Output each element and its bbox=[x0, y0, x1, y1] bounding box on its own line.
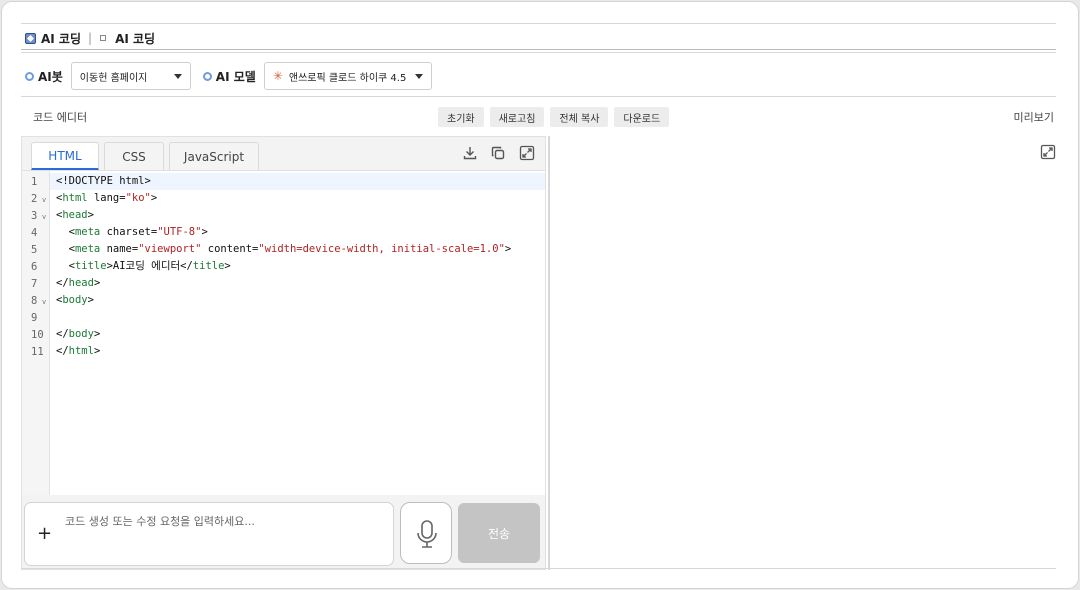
code-line: </head> bbox=[56, 277, 101, 289]
download-button[interactable]: 다운로드 bbox=[614, 107, 670, 127]
page-icon bbox=[100, 35, 107, 41]
code-line: <meta charset="UTF-8"> bbox=[56, 226, 208, 238]
line-number: 6 bbox=[31, 261, 38, 273]
editor-tabs: HTML CSS JavaScript bbox=[31, 142, 259, 170]
line-number: 10 bbox=[31, 329, 44, 341]
tab-html[interactable]: HTML bbox=[31, 142, 99, 170]
microphone-icon bbox=[417, 520, 437, 548]
model-radio[interactable] bbox=[202, 71, 212, 81]
code-line: <!DOCTYPE html> bbox=[56, 175, 151, 187]
chat-input-box[interactable]: + 코드 생성 또는 수정 요청을 입력하세요... bbox=[24, 502, 394, 566]
code-line: </html> bbox=[56, 345, 101, 357]
model-label: AI 모델 bbox=[215, 69, 256, 84]
line-number: 9 bbox=[31, 312, 38, 324]
bot-select-value: 이동헌 홈페이지 bbox=[79, 72, 148, 84]
download-icon[interactable] bbox=[462, 145, 478, 161]
tab-css[interactable]: CSS bbox=[104, 142, 164, 170]
preview-label: 미리보기 bbox=[1013, 111, 1054, 124]
chevron-down-icon bbox=[414, 74, 423, 79]
copy-icon[interactable] bbox=[490, 145, 506, 161]
add-attachment-button[interactable]: + bbox=[37, 523, 52, 544]
page-header: AI 코딩 | AI 코딩 bbox=[25, 29, 155, 47]
send-button[interactable]: 전송 bbox=[458, 503, 540, 563]
fold-toggle-icon[interactable]: v bbox=[42, 213, 46, 221]
settings-row: AI봇 이동헌 홈페이지 AI 모델 ✳ 앤쓰로픽 클로드 하이쿠 4.5 bbox=[25, 62, 432, 90]
editor-toolbar: 초기화 새로고침 전체 복사 다운로드 bbox=[438, 107, 670, 127]
tab-javascript[interactable]: JavaScript bbox=[169, 142, 259, 170]
line-number: 1 bbox=[31, 176, 38, 188]
divider bbox=[21, 96, 1056, 97]
editor-label: 코드 에디터 bbox=[33, 111, 88, 124]
bot-radio[interactable] bbox=[25, 71, 34, 81]
line-number: 7 bbox=[31, 278, 38, 290]
reset-button[interactable]: 초기화 bbox=[438, 107, 484, 127]
code-area[interactable]: 1 2 v 3 v 4 5 6 7 8 v 9 10 11 <!DOCTYPE html> <html l… bbox=[22, 170, 545, 495]
code-line: <title>AI코딩 에디터</title> bbox=[56, 260, 231, 272]
divider bbox=[21, 23, 1056, 24]
fold-toggle-icon[interactable]: v bbox=[42, 196, 46, 204]
copy-all-button[interactable]: 전체 복사 bbox=[550, 107, 609, 127]
code-line: </body> bbox=[56, 328, 101, 340]
code-line: <body> bbox=[56, 294, 94, 306]
preview-panel bbox=[548, 136, 1058, 570]
chat-input[interactable]: 코드 생성 또는 수정 요청을 입력하세요... bbox=[65, 513, 255, 529]
code-line: <meta name="viewport" content="width=dev… bbox=[56, 243, 512, 255]
line-number: 2v bbox=[31, 193, 47, 205]
expand-icon[interactable] bbox=[519, 145, 535, 161]
divider bbox=[21, 49, 1056, 50]
chevron-down-icon bbox=[173, 74, 182, 79]
line-number: 11 bbox=[31, 346, 44, 358]
expand-icon[interactable] bbox=[1040, 144, 1056, 160]
header-separator: | bbox=[88, 31, 93, 45]
line-number: 4 bbox=[31, 227, 38, 239]
model-select-value: 앤쓰로픽 클로드 하이쿠 4.5 bbox=[288, 72, 407, 84]
line-number: 5 bbox=[31, 244, 38, 256]
breadcrumb: AI 코딩 bbox=[115, 31, 156, 46]
refresh-button[interactable]: 새로고침 bbox=[489, 107, 545, 127]
model-select[interactable]: ✳ 앤쓰로픽 클로드 하이쿠 4.5 bbox=[263, 62, 432, 90]
code-line: <html lang="ko"> bbox=[56, 192, 158, 204]
divider bbox=[21, 568, 1056, 569]
sparkle-icon: ✳ bbox=[272, 69, 283, 83]
bot-label: AI봇 bbox=[38, 69, 63, 84]
app-frame: AI 코딩 | AI 코딩 AI봇 이동헌 홈페이지 AI 모델 ✳ 앤쓰로픽 … bbox=[1, 1, 1079, 589]
microphone-button[interactable] bbox=[400, 502, 452, 564]
line-number: 3v bbox=[31, 210, 47, 222]
fold-toggle-icon[interactable]: v bbox=[42, 298, 46, 306]
app-title: AI 코딩 bbox=[41, 31, 82, 46]
line-number: 8v bbox=[31, 295, 47, 307]
code-line: <head> bbox=[56, 209, 94, 221]
divider bbox=[21, 52, 1056, 53]
code-editor-panel: HTML CSS JavaScript 1 2 v 3 v 4 5 6 7 8 v 9 10 11 <!D… bbox=[21, 136, 546, 570]
app-icon bbox=[25, 32, 36, 44]
bot-select[interactable]: 이동헌 홈페이지 bbox=[70, 62, 191, 90]
